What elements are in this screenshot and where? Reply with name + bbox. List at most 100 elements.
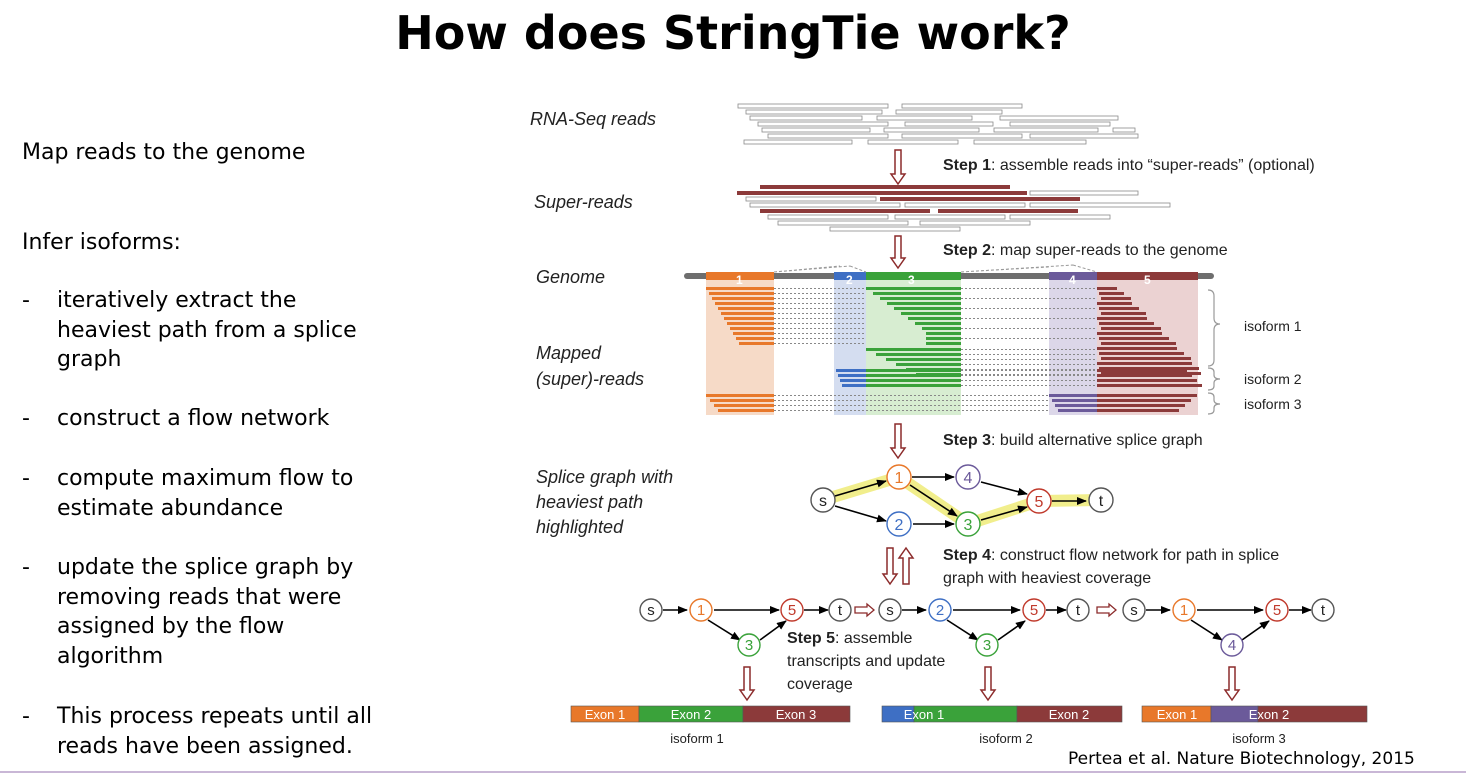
read-bar — [1029, 133, 1139, 139]
mapped-read-segment — [901, 312, 961, 315]
super-read-bar — [1029, 190, 1139, 196]
step2-text: Step 2: map super-reads to the genome — [943, 242, 1228, 259]
label-genome: Genome — [536, 267, 605, 287]
node-5: 5 — [1035, 494, 1044, 511]
mapped-read-segment — [866, 374, 961, 377]
step1-label: Step 1 — [943, 157, 991, 174]
super-read-bar — [777, 220, 909, 226]
mapped-read-segment — [718, 307, 774, 310]
isoform-braces — [1207, 289, 1221, 415]
mapped-read-segment — [1097, 369, 1187, 372]
mapped-read-segment — [1097, 384, 1202, 387]
node-2: 2 — [936, 602, 944, 619]
down-arrow — [889, 235, 907, 270]
mapped-read-segment — [926, 332, 961, 335]
transition-arrow — [1096, 602, 1117, 618]
mapped-read-segment — [922, 327, 961, 330]
super-read-bar — [904, 202, 1026, 208]
step1-desc: : assemble reads into “super-reads” (opt… — [991, 157, 1315, 174]
mapped-read-segment — [880, 297, 961, 300]
mapped-read-segment — [915, 322, 961, 325]
mapped-read-segment — [1097, 302, 1132, 305]
read-bar — [993, 127, 1099, 133]
node-s: s — [819, 493, 827, 510]
step4-desc: : construct flow network for path in spl… — [991, 547, 1279, 564]
mapped-read-segment — [866, 369, 961, 372]
isoform-brace-label: isoform 3 — [1244, 396, 1302, 412]
mapped-read-segment — [727, 322, 774, 325]
mapped-read-segment — [730, 327, 774, 330]
node-s: s — [886, 602, 894, 619]
mapped-read-segment — [706, 287, 774, 290]
label-highlighted: highlighted — [536, 517, 624, 537]
step2-label: Step 2 — [943, 242, 991, 259]
isoform-brace-label: isoform 1 — [1244, 318, 1302, 334]
mapped-read-segment — [896, 363, 961, 366]
isoform-bar-1: Exon 1 Exon 2 Exon 3 isoform 1 — [570, 705, 851, 746]
exon-number: 3 — [908, 273, 915, 287]
super-read-bar — [745, 196, 877, 202]
mapped-read-segment — [866, 348, 961, 351]
read-bar — [761, 127, 871, 133]
splice-graph: s 1 2 4 3 5 t — [810, 464, 1114, 537]
node-5: 5 — [1030, 602, 1038, 619]
label-heaviest-path: heaviest path — [536, 492, 643, 512]
node-t: t — [1099, 493, 1104, 510]
super-read-bar — [1029, 202, 1171, 208]
exon-number: 5 — [1144, 273, 1151, 287]
step5-text: Step 5: assemble — [787, 630, 912, 647]
mapped-read-segment — [1055, 404, 1097, 407]
node-5: 5 — [788, 602, 796, 619]
mapped-read-segment — [706, 394, 774, 397]
read-bar — [1009, 121, 1111, 127]
mapped-read-segment — [724, 317, 774, 320]
read-bar — [757, 121, 889, 127]
super-read-bar — [919, 220, 1031, 226]
exon-label: Exon 2 — [671, 707, 711, 722]
super-read-bar — [760, 185, 1010, 189]
mapped-read-segment — [1097, 379, 1197, 382]
mapped-read-segment — [733, 332, 774, 335]
super-read-bar — [737, 191, 1027, 195]
read-bar — [737, 103, 889, 109]
mapped-read-segment — [1101, 312, 1146, 315]
node-5: 5 — [1273, 602, 1281, 619]
mapped-read-segment — [1099, 337, 1169, 340]
mapped-read-segment — [866, 287, 961, 290]
flow-network-1: s 1 3 5 t — [639, 598, 852, 657]
flow-network-3: s 1 4 5 t — [1122, 598, 1335, 657]
mapped-read-segment — [1052, 399, 1097, 402]
mapped-read-segment — [886, 358, 961, 361]
mapped-read-segment — [1097, 399, 1191, 402]
mapped-read-segment — [1099, 322, 1154, 325]
super-read-bar — [760, 209, 930, 213]
node-3: 3 — [983, 637, 991, 654]
step5-text-line2: transcripts and update — [787, 653, 945, 670]
node-s: s — [1130, 602, 1138, 619]
mapped-read-segment — [718, 409, 774, 412]
super-reads — [737, 185, 1171, 232]
mapped-read-segment — [876, 353, 961, 356]
exon-label: Exon 1 — [1157, 707, 1197, 722]
label-splice-graph: Splice graph with — [536, 467, 673, 487]
mapped-read-segment — [1101, 357, 1191, 360]
label-rnaseq-reads: RNA-Seq reads — [530, 109, 656, 129]
step3-desc: : build alternative splice graph — [991, 432, 1203, 449]
read-bar — [883, 127, 980, 133]
super-read-bar — [894, 214, 1006, 220]
mapped-read-segment — [1097, 287, 1117, 290]
read-bar — [745, 109, 883, 115]
node-3: 3 — [745, 637, 753, 654]
mapped-read-segment — [1097, 394, 1197, 397]
mapped-read-segment — [1097, 317, 1147, 320]
step3-label: Step 3 — [943, 432, 991, 449]
mapped-read-segment — [1099, 307, 1139, 310]
read-bar — [1112, 127, 1136, 133]
super-read-bar — [829, 226, 961, 232]
exon-label: Exon 2 — [1049, 707, 1089, 722]
rnaseq-reads — [737, 103, 1139, 145]
step5-desc: : assemble — [835, 630, 912, 647]
mapped-read-segment — [866, 384, 961, 387]
step4-text: Step 4: construct flow network for path … — [943, 547, 1279, 564]
read-bar — [767, 133, 889, 139]
